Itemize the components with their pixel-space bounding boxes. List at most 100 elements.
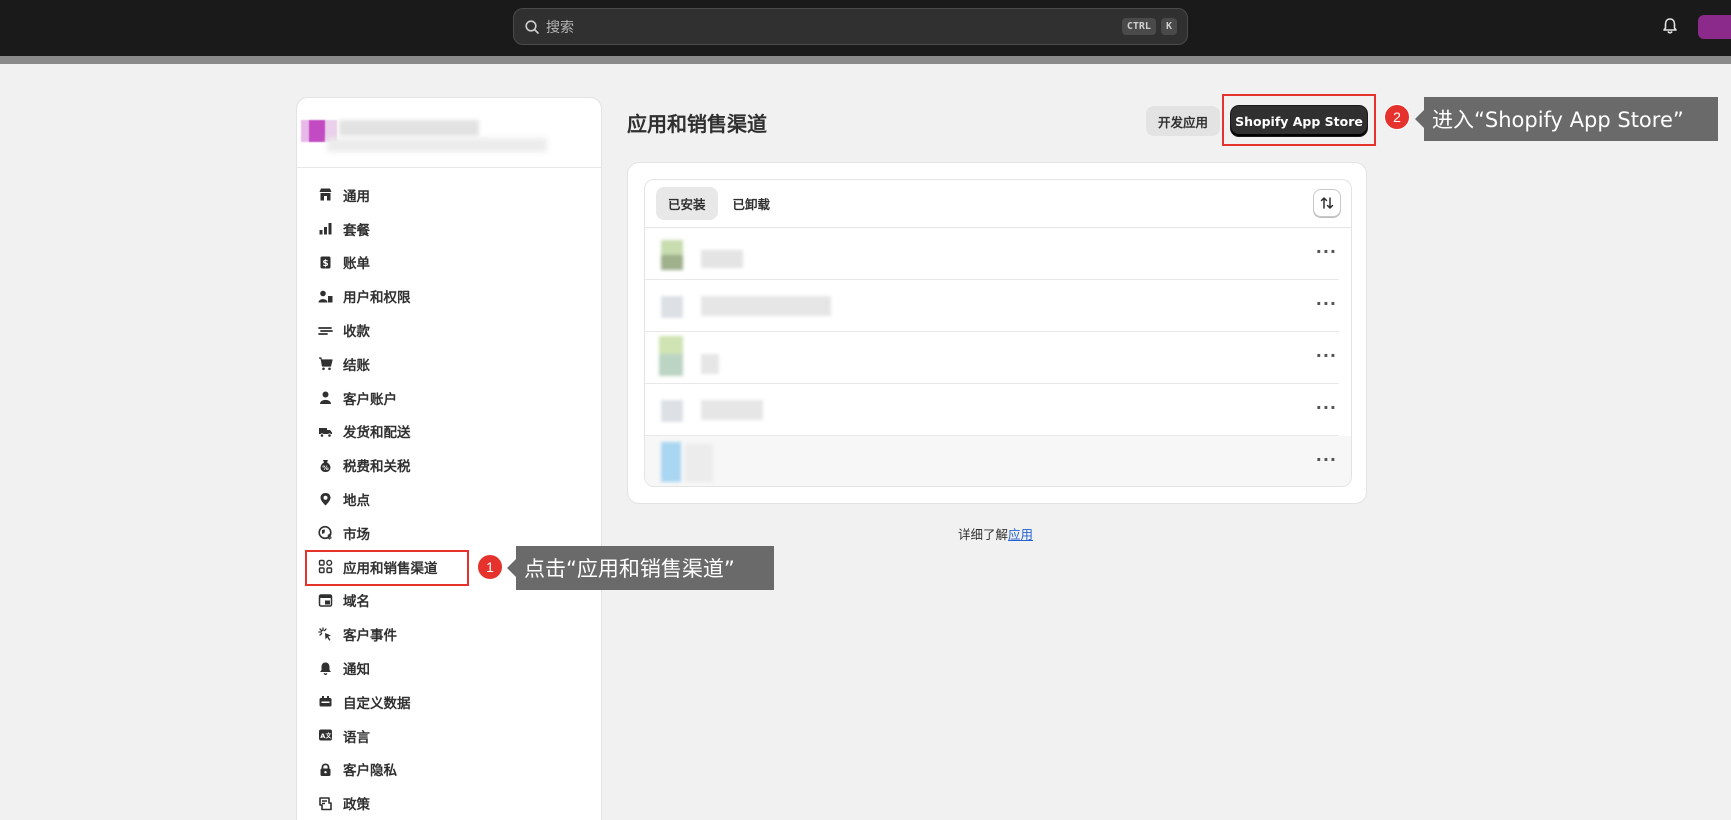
- sidebar-item-markets[interactable]: $ 市场: [297, 516, 601, 550]
- more-actions-icon[interactable]: ···: [1316, 398, 1337, 417]
- person-icon: [317, 390, 333, 406]
- list-item[interactable]: ···: [645, 228, 1339, 280]
- store-icon: [317, 187, 333, 203]
- svg-text:文: 文: [324, 732, 332, 740]
- app-name-redacted: [701, 400, 763, 420]
- shortcut-key-k: K: [1160, 18, 1177, 35]
- policy-icon: [317, 795, 333, 811]
- sidebar-item-shipping[interactable]: 发货和配送: [297, 415, 601, 449]
- user-avatar[interactable]: [1698, 15, 1731, 39]
- app-icon: [661, 296, 683, 318]
- sidebar-item-label: 收款: [343, 324, 370, 341]
- app-name-redacted: [701, 296, 831, 316]
- learn-more-prefix: 详细了解: [958, 527, 1009, 542]
- bill-icon: $: [317, 254, 333, 270]
- list-item[interactable]: ···: [645, 384, 1339, 436]
- develop-apps-button[interactable]: 开发应用: [1146, 106, 1220, 136]
- sidebar-item-label: 地点: [343, 493, 370, 510]
- sidebar-item-checkout[interactable]: 结账: [297, 347, 601, 381]
- globe-icon: $: [317, 525, 333, 541]
- sidebar-item-billing[interactable]: $ 账单: [297, 246, 601, 280]
- sidebar-item-general[interactable]: 通用: [297, 178, 601, 212]
- apps-icon: [317, 559, 333, 575]
- list-item[interactable]: ···: [645, 280, 1339, 332]
- database-icon: [317, 694, 333, 710]
- plan-chart-icon: [317, 221, 333, 237]
- app-name-redacted: [701, 250, 743, 268]
- tab-installed[interactable]: 已安装: [656, 187, 718, 220]
- sidebar-item-label: 客户事件: [343, 628, 397, 645]
- sidebar-item-label: 市场: [343, 526, 370, 543]
- apps-tabs: 已安装 已卸载: [645, 180, 1351, 228]
- more-actions-icon[interactable]: ···: [1316, 294, 1337, 313]
- shortcut-key-ctrl: CTRL: [1121, 18, 1156, 35]
- sidebar-item-label: 通用: [343, 188, 370, 205]
- sidebar-item-payments[interactable]: 收款: [297, 313, 601, 347]
- list-item[interactable]: ···: [645, 332, 1339, 384]
- more-actions-icon[interactable]: ···: [1316, 242, 1337, 261]
- sidebar-item-label: 账单: [343, 256, 370, 273]
- sidebar-item-label: 客户账户: [343, 391, 397, 408]
- store-header[interactable]: [297, 98, 601, 168]
- sidebar-item-metafields[interactable]: 自定义数据: [297, 685, 601, 719]
- more-actions-icon[interactable]: ···: [1316, 450, 1337, 469]
- bell-icon: [317, 660, 333, 676]
- sidebar-item-locations[interactable]: 地点: [297, 482, 601, 516]
- sidebar-item-label: 自定义数据: [343, 695, 411, 712]
- store-url-redacted: [327, 138, 547, 152]
- sidebar-item-label: 客户隐私: [343, 763, 397, 780]
- sidebar-item-plan[interactable]: 套餐: [297, 212, 601, 246]
- learn-more-apps-link[interactable]: 应用: [1008, 527, 1033, 542]
- page-title: 应用和销售渠道: [627, 112, 767, 136]
- callout-step-1-badge: 1: [477, 554, 503, 580]
- truck-icon: [317, 423, 333, 439]
- sidebar-item-label: 通知: [343, 662, 370, 679]
- store-name-redacted: [339, 120, 479, 136]
- settings-nav: 通用 套餐 $ 账单 用户和权限 收款 结账 客户账户 发货和配送 % 税费和关…: [297, 168, 601, 820]
- sort-icon[interactable]: [1313, 189, 1341, 217]
- callout-step-2-tooltip: 进入“Shopify App Store”: [1415, 97, 1718, 141]
- lock-icon: [317, 761, 333, 777]
- app-icon: [659, 336, 683, 376]
- search-placeholder: 搜索: [546, 19, 574, 36]
- cart-icon: [317, 356, 333, 372]
- settings-sidebar: 通用 套餐 $ 账单 用户和权限 收款 结账 客户账户 发货和配送 % 税费和关…: [296, 97, 602, 820]
- sidebar-item-notifications[interactable]: 通知: [297, 651, 601, 685]
- sidebar-item-label: 语言: [343, 729, 370, 746]
- sidebar-item-label: 套餐: [343, 222, 370, 239]
- svg-text:%: %: [322, 464, 329, 472]
- shopify-app-store-button[interactable]: Shopify App Store: [1231, 106, 1367, 136]
- tax-bag-icon: %: [317, 457, 333, 473]
- callout-step-2-badge: 2: [1384, 104, 1410, 130]
- sidebar-item-users[interactable]: 用户和权限: [297, 279, 601, 313]
- tab-uninstalled[interactable]: 已卸载: [721, 187, 783, 220]
- language-icon: A文: [317, 728, 333, 744]
- app-icon: [661, 240, 683, 270]
- sidebar-item-label: 税费和关税: [343, 459, 411, 476]
- domain-icon: [317, 592, 333, 608]
- sidebar-item-customer-events[interactable]: 客户事件: [297, 617, 601, 651]
- sidebar-item-label: 应用和销售渠道: [343, 560, 438, 577]
- payment-icon: [317, 322, 333, 338]
- location-pin-icon: [317, 491, 333, 507]
- apps-list-container: 已安装 已卸载 ··· ··· ··· ··· ···: [644, 179, 1352, 487]
- apps-card: 已安装 已卸载 ··· ··· ··· ··· ···: [627, 162, 1367, 504]
- sidebar-item-customer-privacy[interactable]: 客户隐私: [297, 753, 601, 787]
- callout-step-1-tooltip: 点击“应用和销售渠道”: [507, 546, 774, 590]
- sidebar-item-label: 结账: [343, 357, 370, 374]
- app-name-redacted: [701, 354, 719, 374]
- sidebar-item-label: 政策: [343, 797, 370, 814]
- sidebar-item-customer-accounts[interactable]: 客户账户: [297, 381, 601, 415]
- search-icon: [524, 19, 540, 35]
- sidebar-item-languages[interactable]: A文 语言: [297, 719, 601, 753]
- notification-bell-icon[interactable]: [1660, 16, 1680, 36]
- svg-text:$: $: [327, 533, 332, 540]
- users-icon: [317, 288, 333, 304]
- top-bar-divider: [0, 56, 1731, 64]
- search-bar[interactable]: 搜索 CTRL K: [513, 8, 1188, 45]
- sidebar-item-policies[interactable]: 政策: [297, 786, 601, 820]
- cursor-click-icon: [317, 626, 333, 642]
- list-item[interactable]: ···: [645, 436, 1351, 486]
- sidebar-item-taxes[interactable]: % 税费和关税: [297, 448, 601, 482]
- more-actions-icon[interactable]: ···: [1316, 346, 1337, 365]
